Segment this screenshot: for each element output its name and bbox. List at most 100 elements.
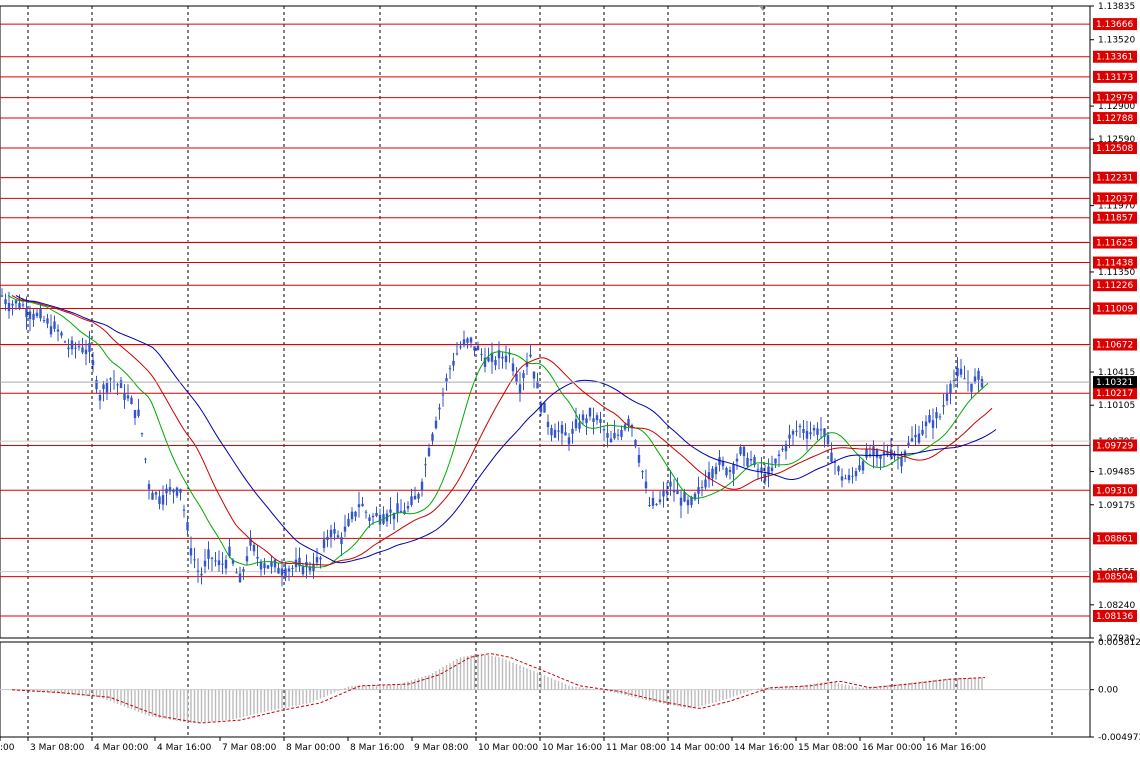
candle-body: [277, 568, 280, 574]
candle-body: [627, 418, 630, 426]
candle-body: [95, 380, 98, 390]
time-tick-label: 14 Mar 00:00: [670, 743, 730, 753]
candle-body: [774, 458, 777, 464]
price-tick-label: 1.09485: [1098, 468, 1135, 478]
time-tick-label: 4 Mar 00:00: [94, 743, 149, 753]
candle-body: [879, 455, 882, 459]
chart: 1.13835 1.13520 1.12900 1.12590 1.11970 1.113…: [0, 0, 1140, 757]
candle-body: [928, 415, 931, 423]
candle-body: [154, 492, 158, 495]
candle-body: [844, 478, 847, 480]
candle-body: [952, 380, 956, 382]
candle-body: [46, 318, 49, 324]
price-tick-label: 1.13835: [1098, 2, 1135, 12]
candle-body: [459, 346, 462, 348]
candle-body: [84, 349, 88, 355]
candle-body: [466, 338, 469, 343]
candle-body: [119, 380, 123, 388]
candle-body: [144, 458, 147, 460]
candle-body: [578, 422, 581, 429]
candle-body: [868, 453, 872, 455]
candle-body: [781, 448, 784, 450]
candle-body: [455, 353, 459, 355]
candle-body: [865, 448, 868, 458]
candle-body: [788, 434, 791, 439]
candle-body: [165, 488, 168, 494]
time-tick-label: 9 Mar 08:00: [414, 743, 469, 753]
candle-body: [637, 454, 641, 463]
candle-body: [284, 568, 287, 578]
candle-body: [795, 430, 798, 432]
candle-body: [396, 503, 399, 513]
candle-body: [700, 487, 704, 489]
candle-body: [872, 446, 875, 456]
candle-body: [784, 444, 788, 452]
candle-body: [805, 430, 809, 439]
candle-body: [501, 356, 504, 359]
level-label: 1.11226: [1096, 281, 1133, 291]
osc-tick-label: -0.004973: [1098, 733, 1140, 743]
candle-body: [858, 465, 861, 471]
candle-body: [469, 337, 473, 343]
candle-body: [504, 355, 508, 363]
candle-body: [270, 561, 273, 567]
candle-body: [189, 548, 193, 556]
candle-body: [564, 432, 567, 436]
candle-body: [574, 419, 578, 429]
candle-body: [938, 416, 942, 418]
candle-body: [105, 383, 109, 393]
candle-body: [319, 557, 322, 560]
candle-body: [749, 459, 753, 461]
candle-body: [133, 410, 137, 419]
candle-body: [560, 424, 564, 434]
candle-body: [11, 303, 14, 306]
candle-body: [777, 454, 781, 457]
price-tick-label: 1.09175: [1098, 501, 1135, 511]
candle-body: [123, 393, 126, 400]
candle-body: [546, 421, 550, 428]
candle-body: [802, 429, 805, 434]
candle-body: [959, 368, 963, 375]
candle-body: [686, 499, 690, 506]
candle-body: [830, 452, 833, 462]
candle-body: [256, 556, 259, 559]
time-tick-label: 11 Mar 08:00: [606, 743, 666, 753]
candle-body: [840, 476, 844, 481]
candle-body: [672, 490, 676, 493]
candle-body: [315, 556, 319, 563]
time-tick-label: 15 Mar 08:00: [798, 743, 858, 753]
candle-body: [714, 466, 718, 475]
candle-body: [476, 345, 480, 351]
time-tick-label: 14 Mar 16:00: [734, 743, 794, 753]
candle-body: [809, 432, 812, 435]
time-tick-label: 8 Mar 00:00: [286, 743, 341, 753]
candle-body: [98, 395, 102, 401]
candle-body: [25, 308, 28, 318]
candle-body: [410, 496, 413, 506]
candle-body: [130, 397, 133, 405]
time-tick-label: 16 Mar 00:00: [862, 743, 922, 753]
current-price-label: 1.10321: [1096, 378, 1133, 388]
candle-body: [581, 414, 585, 421]
candle-body: [658, 499, 662, 503]
price-tick-label: 1.13520: [1098, 36, 1135, 46]
candle-body: [186, 522, 189, 531]
candle-body: [896, 456, 900, 458]
candle-body: [613, 432, 616, 439]
candle-body: [742, 446, 746, 457]
candle-body: [389, 509, 392, 513]
candle-body: [375, 512, 378, 517]
candle-body: [28, 311, 32, 319]
candle-body: [63, 341, 67, 343]
candle-body: [333, 528, 336, 534]
candle-body: [301, 566, 305, 575]
candle-body: [49, 326, 53, 335]
candle-body: [441, 394, 445, 396]
candle-body: [424, 464, 427, 466]
candle-body: [427, 448, 431, 456]
candle-body: [357, 504, 361, 508]
candle-body: [963, 378, 966, 380]
candle-body: [462, 339, 466, 345]
candle-body: [371, 515, 375, 518]
candle-body: [368, 517, 371, 522]
